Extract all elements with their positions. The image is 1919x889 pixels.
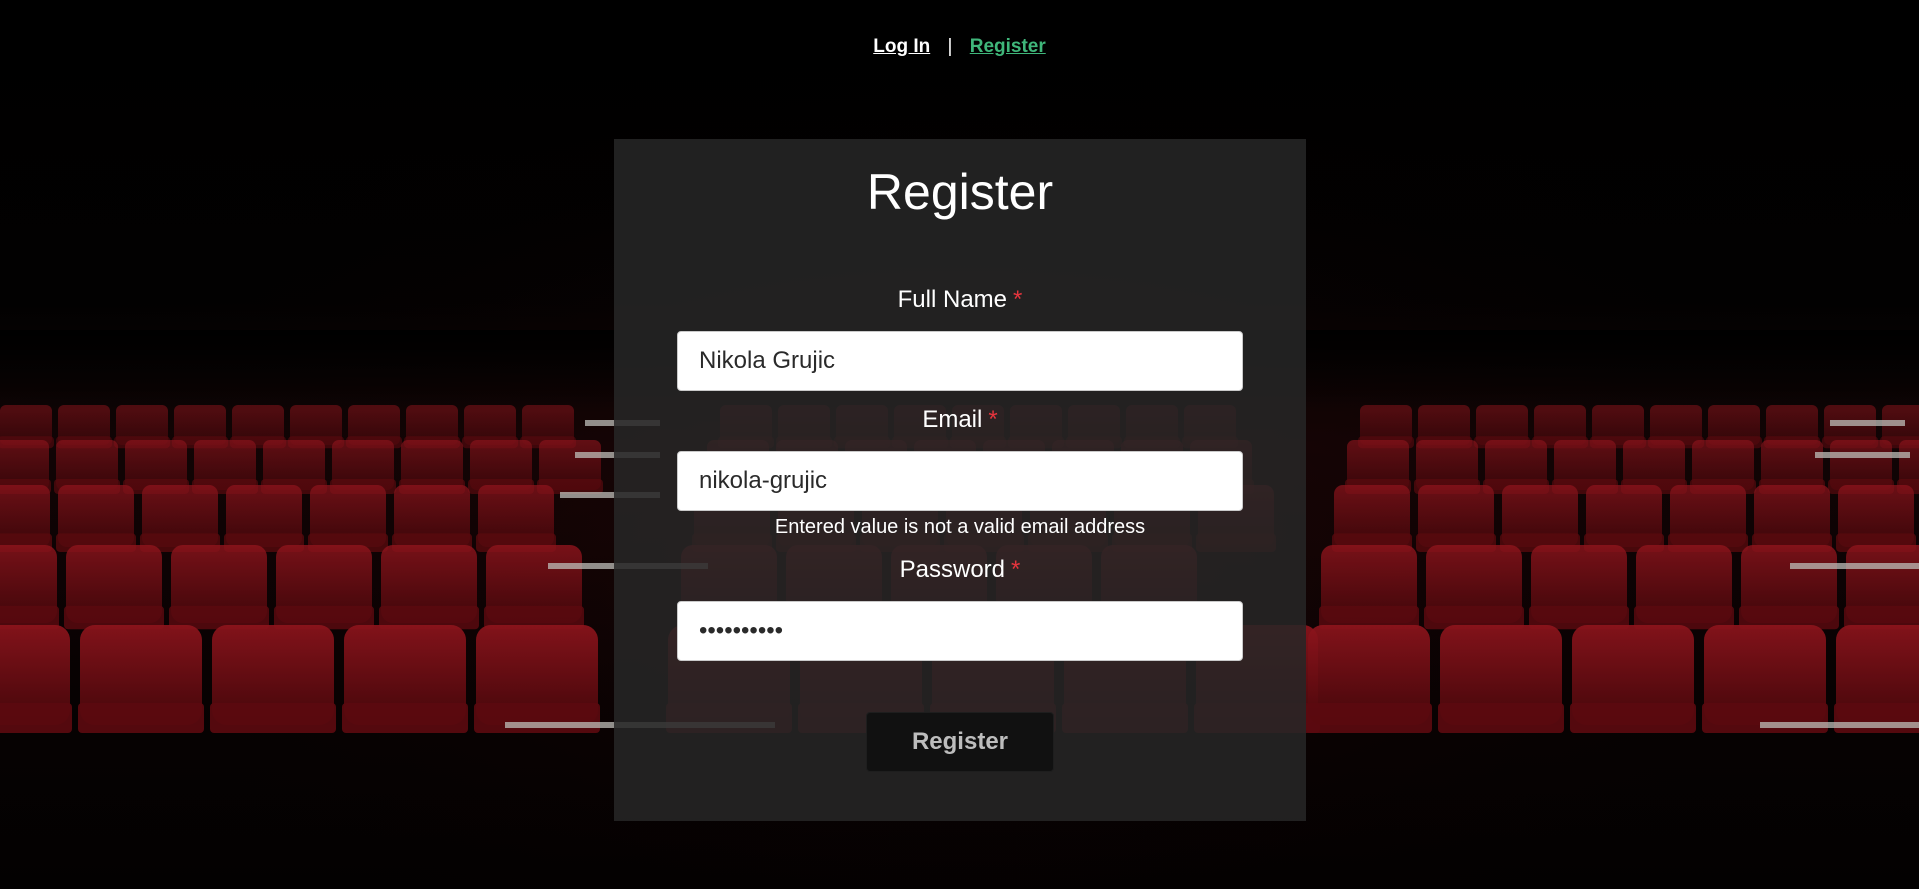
cinema-seat-cushion [1570,703,1696,733]
email-error-message: Entered value is not a valid email addre… [774,516,1146,538]
register-link[interactable]: Register [970,36,1046,57]
full-name-label: Full Name * [614,286,1306,314]
aisle-step-light [1760,722,1919,728]
register-form-card: Register Full Name* Email* Entered value… [614,139,1306,821]
email-label-text: Email [922,406,983,433]
full-name-input[interactable] [677,331,1243,391]
cinema-seat-cushion [1438,703,1564,733]
top-nav: Log In | Register [0,36,1919,58]
required-marker: * [1013,286,1023,313]
cinema-seat-cushion [210,703,336,733]
email-input[interactable] [677,451,1243,511]
required-marker: * [988,406,998,433]
cinema-seat-cushion [1702,703,1828,733]
email-label: Email * [614,406,1306,434]
password-label-text: Password [899,556,1006,583]
cinema-seat-cushion [0,703,72,733]
cinema-seat-cushion [1306,703,1432,733]
full-name-label-text: Full Name [897,286,1007,313]
password-input[interactable] [677,601,1243,661]
nav-separator: | [947,36,953,57]
cinema-seat-cushion [1834,703,1919,733]
password-label: Password * [614,556,1306,584]
login-link[interactable]: Log In [873,36,930,57]
required-marker: * [1011,556,1021,583]
aisle-step-light [1790,563,1919,569]
aisle-step-light [1815,452,1910,458]
cinema-seat-cushion [342,703,468,733]
cinema-seat-cushion [474,703,600,733]
cinema-seat-cushion [78,703,204,733]
register-submit-button[interactable]: Register [866,712,1054,772]
page: Log In | Register Register Full Name* Em… [0,0,1919,889]
form-title: Register [866,164,1054,220]
aisle-step-light [1830,420,1905,426]
